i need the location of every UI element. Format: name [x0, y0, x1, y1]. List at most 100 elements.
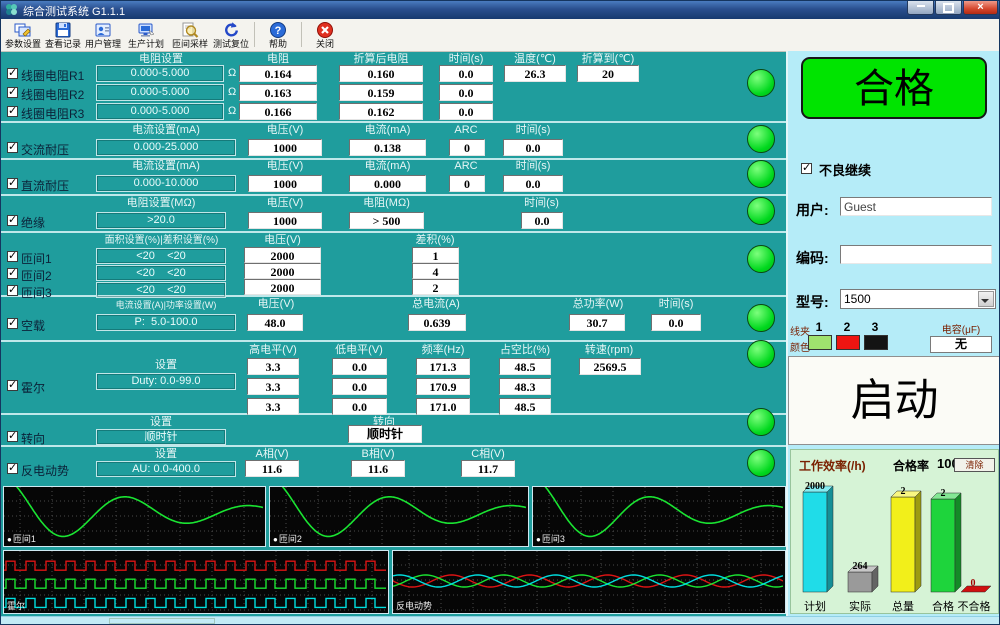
- row-checkbox[interactable]: [7, 87, 18, 98]
- app-window: 综合测试系统 G1.1.1 参数设置 查看记录 用户管理 生产计划 匝间采样 测…: [0, 0, 1000, 625]
- close-window-button[interactable]: [963, 1, 998, 15]
- row-checkbox[interactable]: [7, 463, 18, 474]
- value-box: 48.0: [247, 314, 303, 331]
- row-checkbox[interactable]: [7, 268, 18, 279]
- row-checkbox[interactable]: [7, 178, 18, 189]
- scope-label: 匝间1: [7, 532, 36, 545]
- group-separator: [1, 445, 786, 447]
- app-icon: [5, 3, 18, 16]
- start-button[interactable]: 启动: [788, 356, 1000, 445]
- user-input[interactable]: [840, 197, 992, 216]
- row-label: 转向: [21, 430, 45, 447]
- bar-category: 总量: [885, 598, 921, 614]
- value-box: 2569.5: [579, 358, 641, 375]
- value-box: 11.6: [245, 460, 299, 477]
- col-header: 电阻(MΩ): [349, 197, 424, 209]
- unit-label: Ω: [228, 67, 236, 79]
- status-indicator: [747, 125, 775, 153]
- toolbar-button-production-plan[interactable]: 生产计划: [125, 20, 167, 50]
- col-header: B相(V): [351, 448, 405, 460]
- model-select[interactable]: 1500: [840, 289, 996, 309]
- value-box: 0: [449, 175, 485, 192]
- value-box: 0: [449, 139, 485, 156]
- row-checkbox[interactable]: [7, 215, 18, 226]
- col-header: 电流设置(mA): [96, 160, 236, 172]
- row-label: 线圈电阻R1: [21, 67, 84, 84]
- reset-icon: [211, 21, 251, 39]
- col-header: 电阻设置: [96, 53, 226, 65]
- col-header: 设置: [96, 448, 236, 460]
- clamp-number: 2: [836, 320, 858, 334]
- col-header: A相(V): [245, 448, 299, 460]
- value-box: 0.0: [503, 139, 563, 156]
- toolbar-button-view-records[interactable]: 查看记录: [43, 20, 83, 50]
- value-box: 0.162: [339, 103, 423, 120]
- dropdown-button[interactable]: [978, 291, 994, 307]
- toolbar: 参数设置 查看记录 用户管理 生产计划 匝间采样 测试复位 ? 帮助: [1, 19, 1000, 52]
- col-header: 总功率(W): [563, 298, 633, 310]
- diff-set: <20: [167, 267, 186, 279]
- bar-category: 计划: [797, 598, 833, 614]
- toolbar-button-param-settings[interactable]: 参数设置: [3, 20, 43, 50]
- toolbar-label: 匝间采样: [169, 39, 211, 49]
- code-input[interactable]: [840, 245, 992, 264]
- toolbar-button-close[interactable]: 关闭: [306, 20, 344, 50]
- value-box: > 500: [349, 212, 424, 229]
- row-checkbox[interactable]: [7, 251, 18, 262]
- restore-button[interactable]: [935, 1, 962, 15]
- col-header: 面积设置(%)|差积设置(%): [89, 235, 234, 247]
- row-label: 匝间3: [21, 284, 52, 301]
- value-box: 48.5: [499, 398, 551, 415]
- value-box: 3.3: [247, 398, 299, 415]
- value-box: 2000: [244, 263, 321, 279]
- row-checkbox[interactable]: [7, 380, 18, 391]
- toolbar-button-interturn-sampling[interactable]: 匝间采样: [169, 20, 211, 50]
- unit-label: Ω: [228, 105, 236, 117]
- toolbar-label: 测试复位: [211, 39, 251, 49]
- unit-label: Ω: [228, 86, 236, 98]
- minimize-button[interactable]: [907, 1, 934, 15]
- row-checkbox[interactable]: [7, 68, 18, 79]
- status-indicator: [747, 245, 775, 273]
- col-header: 电压(V): [244, 234, 321, 246]
- bar-category: 不合格: [951, 598, 997, 614]
- row-checkbox[interactable]: [7, 142, 18, 153]
- plan-icon: [125, 21, 167, 39]
- model-value: 1500: [844, 292, 871, 306]
- value-box: 171.3: [416, 358, 470, 375]
- diff-set: <20: [167, 250, 186, 262]
- continue-on-fail-label: 不良继续: [819, 160, 871, 179]
- col-header: 电压(V): [241, 298, 311, 310]
- magnifier-icon: [169, 21, 211, 39]
- col-header: 时间(s): [503, 160, 563, 172]
- chevron-down-icon: [981, 299, 989, 307]
- continue-on-fail-checkbox[interactable]: [801, 163, 812, 174]
- value-box: 0.0: [439, 103, 493, 120]
- row-checkbox[interactable]: [7, 431, 18, 442]
- value-box: 0.0: [651, 314, 701, 331]
- users-icon: [83, 21, 123, 39]
- setting-box: <20 <20: [96, 265, 226, 281]
- toolbar-button-user-management[interactable]: 用户管理: [83, 20, 123, 50]
- col-header: 时间(s): [437, 53, 495, 65]
- row-label: 匝间2: [21, 267, 52, 284]
- row-checkbox[interactable]: [7, 106, 18, 117]
- row-checkbox[interactable]: [7, 318, 18, 329]
- toolbar-label: 用户管理: [83, 39, 123, 49]
- settings-icon: [3, 21, 43, 39]
- row-checkbox[interactable]: [7, 285, 18, 296]
- toolbar-button-help[interactable]: ? 帮助: [259, 20, 297, 50]
- pass-rate-label: 合格率: [893, 457, 929, 474]
- setting-box: 0.000-10.000: [96, 175, 236, 192]
- chart-title: 工作效率(/h): [799, 457, 866, 474]
- setting-box: <20 <20: [96, 282, 226, 298]
- clear-button[interactable]: 清除: [954, 458, 995, 472]
- toolbar-button-test-reset[interactable]: 测试复位: [211, 20, 251, 50]
- status-indicator: [747, 449, 775, 477]
- toolbar-label: 关闭: [306, 39, 344, 49]
- value-box: 0.0: [439, 65, 493, 82]
- records-icon: [43, 21, 83, 39]
- value-box: 3.3: [247, 358, 299, 375]
- setting-box: 0.000-5.000: [96, 103, 224, 120]
- titlebar: 综合测试系统 G1.1.1: [1, 1, 1000, 19]
